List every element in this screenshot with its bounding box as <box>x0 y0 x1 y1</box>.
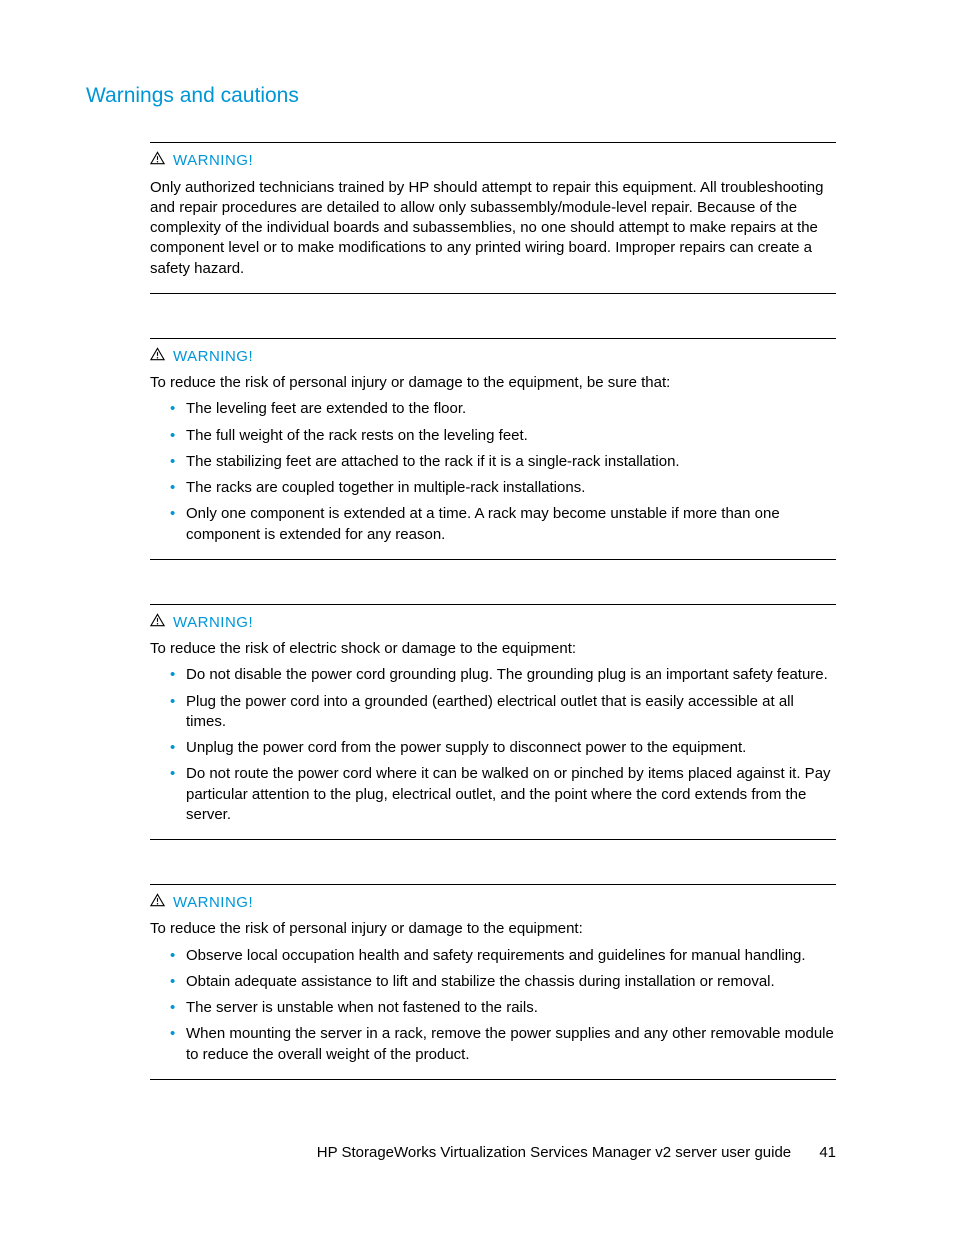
warning-list: Do not disable the power cord grounding … <box>150 665 836 825</box>
list-item: Only one component is extended at a time… <box>170 504 836 545</box>
warning-block: WARNING! To reduce the risk of electric … <box>150 604 836 840</box>
warning-block: WARNING! Only authorized technicians tra… <box>150 142 836 294</box>
divider <box>150 839 836 840</box>
list-item: Do not disable the power cord grounding … <box>170 665 836 685</box>
list-item: Plug the power cord into a grounded (ear… <box>170 692 836 733</box>
warning-label: WARNING! <box>173 347 253 367</box>
page-footer: HP StorageWorks Virtualization Services … <box>317 1143 836 1163</box>
warning-list: Observe local occupation health and safe… <box>150 946 836 1065</box>
list-item: The stabilizing feet are attached to the… <box>170 452 836 472</box>
warning-block: WARNING! To reduce the risk of personal … <box>150 338 836 560</box>
warning-icon <box>150 151 165 171</box>
list-item: Observe local occupation health and safe… <box>170 946 836 966</box>
warning-icon <box>150 613 165 633</box>
page-number: 41 <box>819 1144 836 1161</box>
list-item: Do not route the power cord where it can… <box>170 764 836 825</box>
divider <box>150 884 836 885</box>
list-item: Unplug the power cord from the power sup… <box>170 738 836 758</box>
list-item: When mounting the server in a rack, remo… <box>170 1024 836 1065</box>
warning-block: WARNING! To reduce the risk of personal … <box>150 884 836 1080</box>
list-item: The racks are coupled together in multip… <box>170 478 836 498</box>
warning-list: The leveling feet are extended to the fl… <box>150 399 836 545</box>
warning-label: WARNING! <box>173 613 253 633</box>
footer-title: HP StorageWorks Virtualization Services … <box>317 1144 791 1161</box>
list-item: The full weight of the rack rests on the… <box>170 426 836 446</box>
warning-label: WARNING! <box>173 151 253 171</box>
divider <box>150 293 836 294</box>
warning-paragraph: Only authorized technicians trained by H… <box>150 178 836 279</box>
list-item: The server is unstable when not fastened… <box>170 998 836 1018</box>
warning-icon <box>150 893 165 913</box>
warning-intro: To reduce the risk of electric shock or … <box>150 639 836 659</box>
warning-intro: To reduce the risk of personal injury or… <box>150 373 836 393</box>
divider <box>150 142 836 143</box>
divider <box>150 338 836 339</box>
warning-icon <box>150 347 165 367</box>
list-item: Obtain adequate assistance to lift and s… <box>170 972 836 992</box>
warning-label: WARNING! <box>173 893 253 913</box>
section-heading: Warnings and cautions <box>86 82 836 110</box>
divider <box>150 1079 836 1080</box>
divider <box>150 604 836 605</box>
list-item: The leveling feet are extended to the fl… <box>170 399 836 419</box>
divider <box>150 559 836 560</box>
warning-intro: To reduce the risk of personal injury or… <box>150 919 836 939</box>
